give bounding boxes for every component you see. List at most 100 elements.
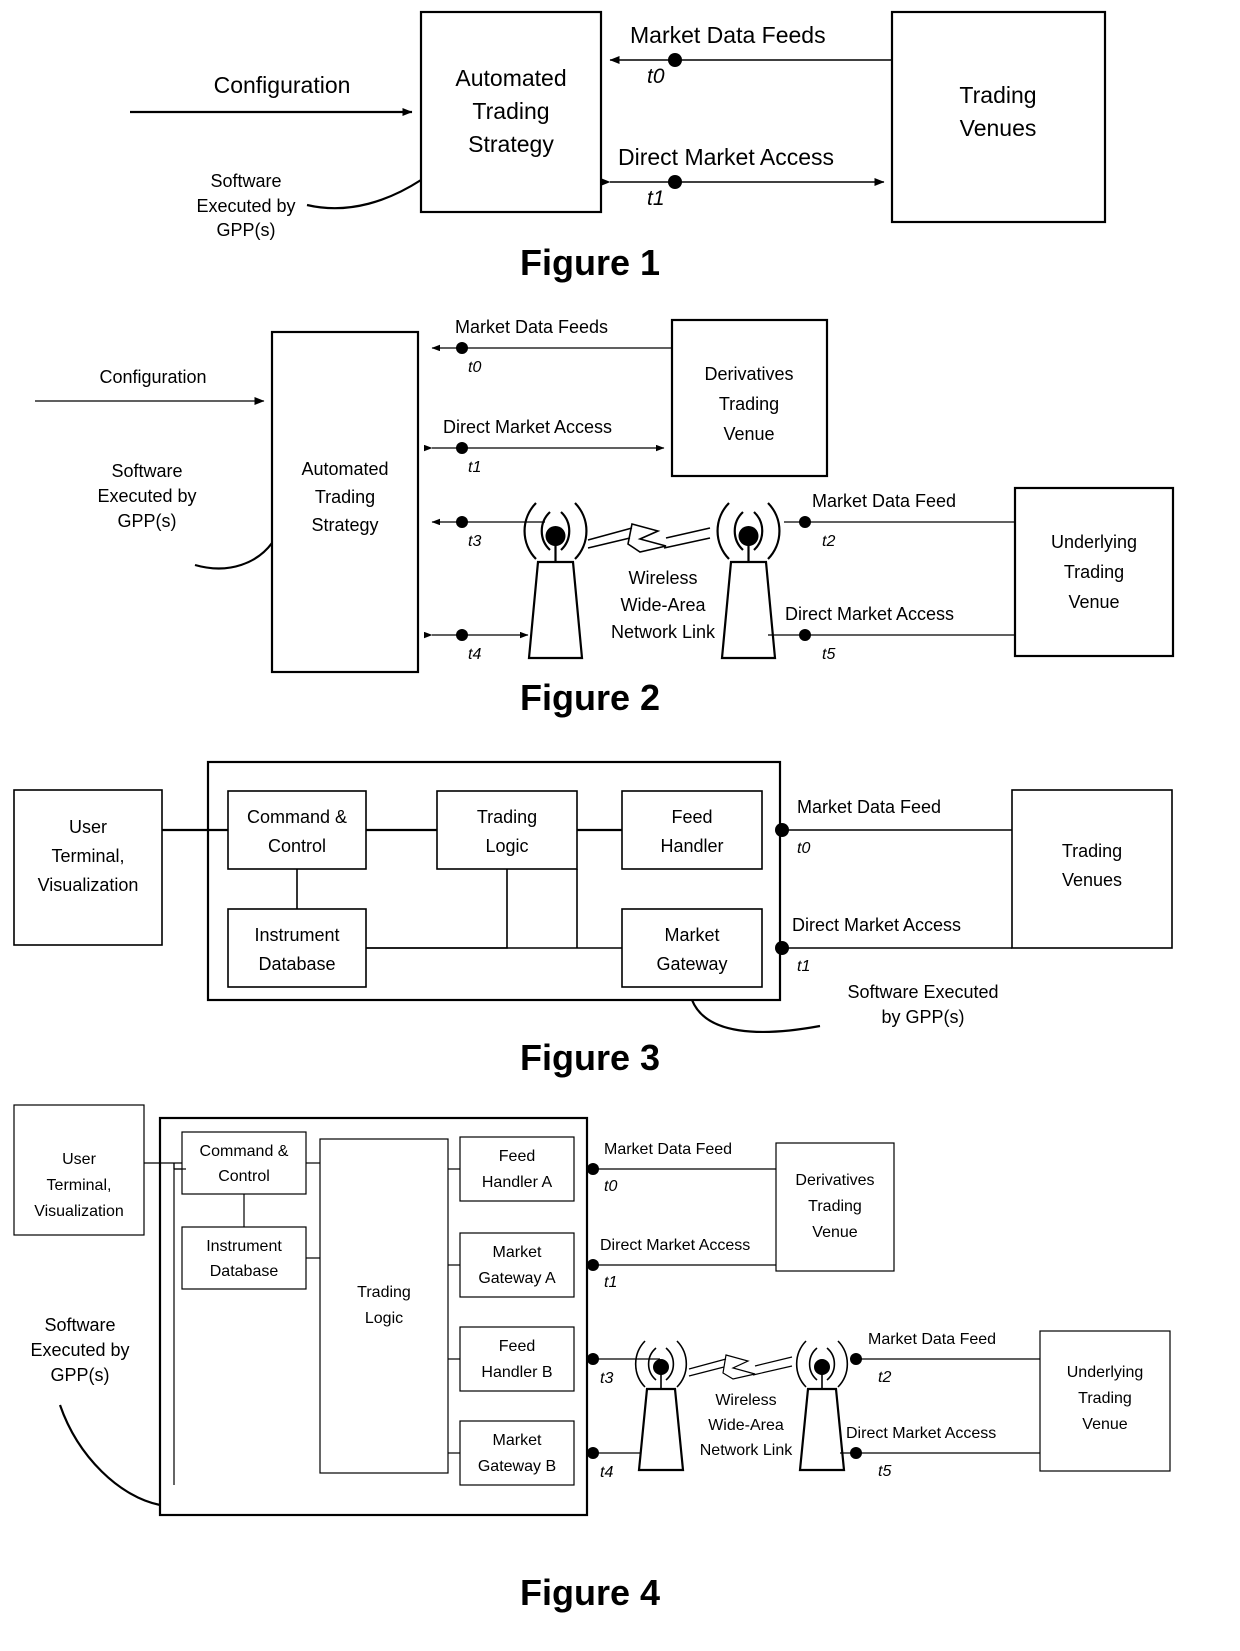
f4-software-line1: Software (44, 1315, 115, 1335)
f2-t0: t0 (468, 359, 481, 376)
f4-market-data-feed-line: Market Data Feed t0 (587, 1141, 776, 1195)
f2-software-line1: Software (111, 461, 182, 481)
f3-market-data-feed-label: Market Data Feed (797, 797, 941, 817)
f4-idb-line2: Database (210, 1263, 279, 1280)
f2-wireless-link-icon (587, 523, 711, 553)
f2-deriv-line1: Derivatives (704, 364, 793, 384)
f4-deriv-line2: Trading (808, 1198, 862, 1215)
f3-market-gateway-box: Market Gateway (621, 908, 763, 988)
f4-fhb-line2: Handler B (481, 1364, 552, 1381)
f3-instrument-database-box: Instrument Database (227, 908, 367, 988)
figure-1-caption: Figure 1 (520, 242, 660, 283)
f1-strategy-line2: Trading (472, 98, 549, 124)
f2-strategy-line1: Automated (301, 459, 388, 479)
f2-strategy-line2: Trading (315, 487, 375, 507)
f4-user-line3: Visualization (34, 1203, 124, 1220)
f4-fhb-line1: Feed (499, 1338, 535, 1355)
f4-instrument-database-box: Instrument Database (181, 1226, 307, 1290)
f4-command-control-box: Command & Control (181, 1131, 307, 1195)
f1-strategy-line1: Automated (455, 65, 566, 91)
f3-user-line1: User (69, 817, 107, 837)
f4-deriv-line3: Venue (812, 1224, 857, 1241)
f3-user-line2: Terminal, (51, 846, 124, 866)
f2-t2: t2 (822, 533, 835, 550)
f3-market-data-feed-line: Market Data Feed t0 (775, 797, 1012, 857)
f1-software-line1: Software (210, 171, 281, 191)
f2-market-data-feeds-arrow: Market Data Feeds t0 (431, 317, 672, 376)
f3-user-terminal-box: User Terminal, Visualization (13, 789, 163, 946)
f2-t4: t4 (468, 646, 481, 663)
figure-3: User Terminal, Visualization Command & C… (0, 745, 1240, 1085)
f3-fh-line1: Feed (671, 807, 712, 827)
f2-software-line2: Executed by (97, 486, 196, 506)
f2-underlying-trading-venue-box: Underlying Trading Venue (1013, 486, 1175, 658)
f4-derivatives-trading-venue-box: Derivatives Trading Venue (775, 1142, 895, 1272)
figure-4: User Terminal, Visualization Command & C… (0, 1104, 1240, 1651)
f4-user-line1: User (62, 1151, 96, 1168)
f4-cc-line1: Command & (200, 1143, 289, 1160)
f4-feed-handler-b-box: Feed Handler B (459, 1326, 575, 1392)
f2-t4-arrow: t4 (424, 629, 529, 663)
f1-software-callout: Software Executed by GPP(s) (196, 171, 422, 240)
f4-software-line2: Executed by (30, 1340, 129, 1360)
f1-software-line2: Executed by (196, 196, 295, 216)
f3-tv-line1: Trading (1062, 841, 1122, 861)
f4-under-line3: Venue (1082, 1416, 1127, 1433)
f2-software-line3: GPP(s) (117, 511, 176, 531)
f3-direct-market-access-label: Direct Market Access (792, 915, 961, 935)
f3-software-line2: by GPP(s) (881, 1007, 964, 1027)
f1-software-line3: GPP(s) (216, 220, 275, 240)
f3-tl-line1: Trading (477, 807, 537, 827)
f2-automated-trading-strategy-box: Automated Trading Strategy (270, 330, 420, 674)
f4-market-gateway-a-box: Market Gateway A (459, 1232, 575, 1298)
f2-under-line3: Venue (1068, 592, 1119, 612)
f2-market-data-feed-arrow: Market Data Feed t2 (784, 491, 1015, 550)
f2-derivatives-trading-venue-box: Derivatives Trading Venue (670, 318, 829, 478)
f1-automated-trading-strategy-box: Automated Trading Strategy (419, 10, 603, 214)
f1-direct-market-access-label: Direct Market Access (618, 144, 834, 170)
f2-direct-market-access-2-label: Direct Market Access (785, 604, 954, 624)
f4-direct-market-access-2-line: Direct Market Access t5 (840, 1425, 1040, 1480)
f3-idb-line1: Instrument (254, 925, 339, 945)
f3-trading-venues-box: Trading Venues (1011, 789, 1173, 949)
f3-feed-handler-box: Feed Handler (621, 790, 763, 870)
f4-fha-line1: Feed (499, 1148, 535, 1165)
f1-t0: t0 (647, 65, 665, 88)
f4-software-callout: Software Executed by GPP(s) (30, 1315, 161, 1507)
f4-direct-market-access-2-label: Direct Market Access (846, 1425, 996, 1442)
f4-market-data-feed-2-label: Market Data Feed (868, 1331, 996, 1348)
f4-mgb-line1: Market (493, 1432, 542, 1449)
f4-t3: t3 (600, 1370, 613, 1387)
f3-mg-line2: Gateway (656, 954, 727, 974)
f2-market-data-feeds-label: Market Data Feeds (455, 317, 608, 337)
f4-fha-line2: Handler A (482, 1174, 553, 1191)
f4-t4: t4 (600, 1464, 613, 1481)
f3-tv-line2: Venues (1062, 870, 1122, 890)
f1-venues-line1: Trading (959, 82, 1036, 108)
f4-deriv-line1: Derivatives (795, 1172, 874, 1189)
f2-t3: t3 (468, 533, 481, 550)
f4-tl-line2: Logic (365, 1310, 403, 1327)
f4-direct-market-access-label: Direct Market Access (600, 1237, 750, 1254)
f4-mga-line2: Gateway A (478, 1270, 556, 1287)
f2-deriv-line3: Venue (723, 424, 774, 444)
f2-configuration-arrow: Configuration (35, 367, 265, 405)
f4-under-line1: Underlying (1067, 1364, 1143, 1381)
f3-t0: t0 (797, 840, 810, 857)
f1-venues-line2: Venues (960, 115, 1037, 141)
f4-wireless-tower-left-icon (634, 1340, 688, 1472)
f4-wireless-link-line2: Wide-Area (708, 1417, 784, 1434)
figure-3-caption: Figure 3 (520, 1037, 660, 1078)
f4-feed-handler-a-box: Feed Handler A (459, 1136, 575, 1202)
figure-2: Automated Trading Strategy Derivatives T… (0, 300, 1240, 730)
f3-trading-logic-box: Trading Logic (436, 790, 578, 870)
f4-market-gateway-b-box: Market Gateway B (459, 1420, 575, 1486)
f4-t5: t5 (878, 1463, 891, 1480)
f3-software-line1: Software Executed (847, 982, 998, 1002)
f3-user-line3: Visualization (38, 875, 139, 895)
f3-tl-line2: Logic (485, 836, 528, 856)
f4-software-line3: GPP(s) (50, 1365, 109, 1385)
f2-under-line1: Underlying (1051, 532, 1137, 552)
f2-configuration-label: Configuration (99, 367, 206, 387)
f2-under-line2: Trading (1064, 562, 1124, 582)
